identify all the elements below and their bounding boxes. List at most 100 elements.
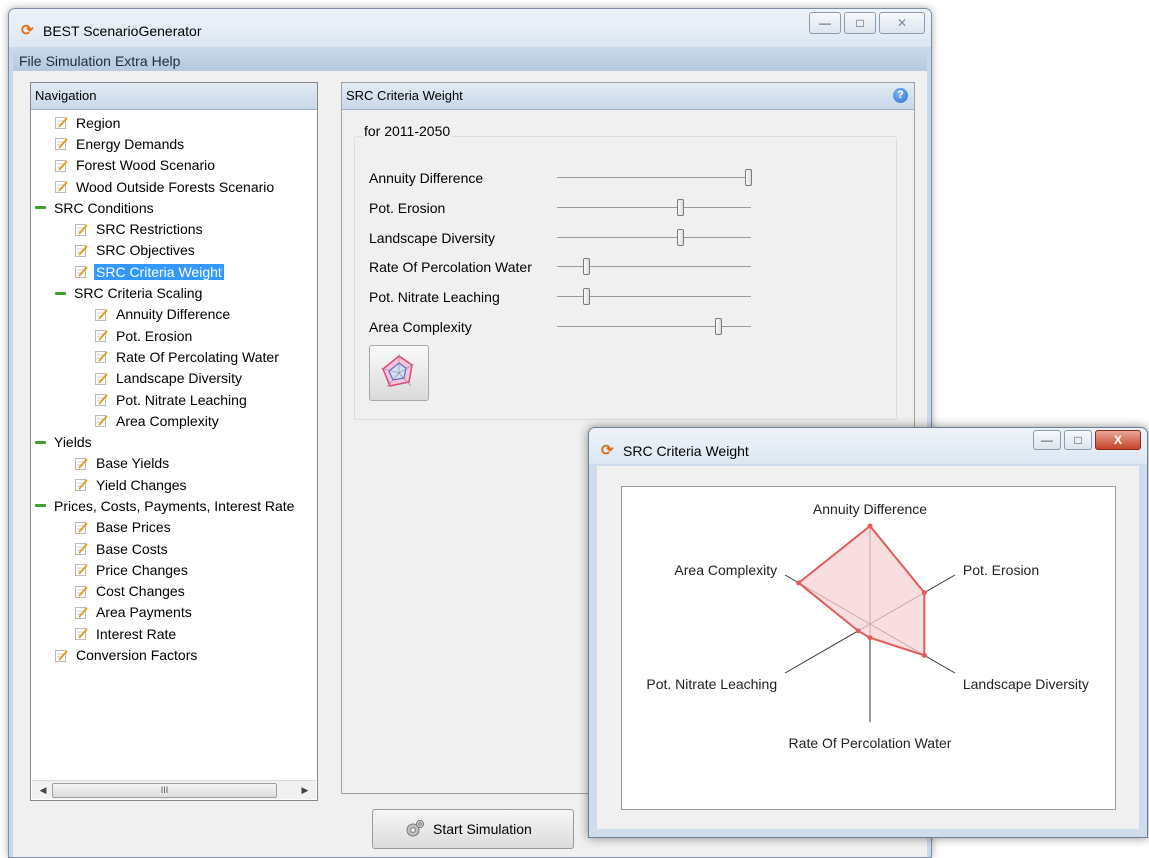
horizontal-scrollbar[interactable]: ◀ III ▶ [32,780,316,799]
document-edit-icon [75,543,88,556]
nav-item[interactable]: Pot. Erosion [31,325,317,346]
nav-item[interactable]: Yield Changes [31,474,317,495]
nav-item[interactable]: SRC Criteria Scaling [31,282,317,303]
document-edit-icon [75,223,88,236]
navigation-tree: Region Energy Demands Forest Wood Scenario… [31,110,317,666]
slider-row: Landscape Diversity [369,226,754,250]
nav-item[interactable]: SRC Conditions [31,197,317,218]
menu-bar: File Simulation Extra Help [13,51,927,71]
menu-help[interactable]: Help [150,51,183,69]
nav-item[interactable]: Interest Rate [31,623,317,644]
slider-thumb[interactable] [677,229,685,246]
nav-item-label: Base Prices [96,519,171,536]
menu-extra[interactable]: Extra [113,51,150,69]
radar-axis-label: Pot. Nitrate Leaching [646,676,777,692]
nav-item-label: Area Complexity [116,412,219,429]
document-edit-icon [75,244,88,257]
radar-axis-label: Rate Of Percolation Water [789,735,952,751]
collapse-icon [35,206,46,210]
radar-point [855,628,861,634]
nav-item[interactable]: Area Payments [31,602,317,623]
nav-item-label: Wood Outside Forests Scenario [76,178,275,195]
slider-thumb[interactable] [583,258,591,275]
popup-close-button[interactable]: X [1095,430,1141,450]
menu-simulation[interactable]: Simulation [44,51,113,69]
nav-item-label: Forest Wood Scenario [76,157,216,174]
nav-item-label: Pot. Erosion [116,327,193,344]
start-simulation-button[interactable]: Start Simulation [372,809,574,849]
document-edit-icon [55,159,68,172]
nav-item[interactable]: Cost Changes [31,581,317,602]
nav-item[interactable]: SRC Objectives [31,240,317,261]
nav-item[interactable]: Annuity Difference [31,304,317,325]
slider-label: Landscape Diversity [369,230,496,246]
nav-item-label: SRC Conditions [54,199,154,216]
nav-item[interactable]: Wood Outside Forests Scenario [31,176,317,197]
scroll-right-icon[interactable]: ▶ [296,781,314,799]
nav-item[interactable]: Pot. Nitrate Leaching [31,389,317,410]
nav-item[interactable]: SRC Restrictions [31,218,317,239]
menu-file[interactable]: File [13,51,44,69]
nav-item[interactable]: Conversion Factors [31,644,317,665]
slider-thumb[interactable] [677,199,685,216]
nav-item[interactable]: Base Yields [31,453,317,474]
nav-item[interactable]: Landscape Diversity [31,368,317,389]
nav-item-label: Rate Of Percolating Water [116,348,279,365]
nav-item-label: SRC Restrictions [96,221,203,238]
nav-item[interactable]: Rate Of Percolating Water [31,346,317,367]
document-edit-icon [75,266,88,279]
nav-item-label: Area Payments [96,604,192,621]
document-edit-icon [75,606,88,619]
nav-item-label: Region [76,114,121,131]
document-edit-icon [75,564,88,577]
navigation-panel: Navigation Region Energy Demands Forest Wo… [30,82,318,801]
content-header: SRC Criteria Weight [342,83,914,110]
nav-item[interactable]: Energy Demands [31,133,317,154]
nav-item[interactable]: Base Prices [31,517,317,538]
slider-thumb[interactable] [745,169,752,186]
radar-chart-button[interactable] [369,345,429,401]
nav-item[interactable]: Area Complexity [31,410,317,431]
nav-item[interactable]: Price Changes [31,559,317,580]
slider-track[interactable] [557,237,751,238]
close-button[interactable]: ✕ [879,12,925,34]
nav-item-label: Yield Changes [96,476,187,493]
popup-client-area: Annuity Difference Pot. Erosion Landscape … [597,466,1139,829]
maximize-button[interactable]: □ [844,12,876,34]
help-icon[interactable]: ? [893,88,908,103]
radar-series-polygon [797,524,926,657]
nav-item[interactable]: Base Costs [31,538,317,559]
app-logo-icon: ⟳ [21,22,34,39]
nav-item[interactable]: Region [31,112,317,133]
slider-row: Rate Of Percolation Water [369,255,754,279]
slider-thumb[interactable] [714,318,722,335]
nav-item[interactable]: Yields [31,431,317,452]
scrollbar-thumb[interactable]: III [52,783,277,798]
radar-chart-icon [380,354,415,388]
document-edit-icon [75,479,88,492]
slider-track[interactable] [557,207,751,208]
popup-maximize-button[interactable]: □ [1064,430,1092,450]
document-edit-icon [55,181,68,194]
start-simulation-label: Start Simulation [433,821,532,837]
nav-item-label: Base Costs [96,540,168,557]
popup-title: SRC Criteria Weight [623,443,749,459]
radar-point [796,580,802,586]
document-edit-icon [75,585,88,598]
radar-axis-label: Area Complexity [674,562,777,578]
slider-track[interactable] [557,177,751,178]
slider-thumb[interactable] [583,288,591,305]
document-edit-icon [75,457,88,470]
nav-item-label: Conversion Factors [76,647,198,664]
radar-chart: Annuity Difference Pot. Erosion Landscape … [621,486,1116,810]
scroll-left-icon[interactable]: ◀ [34,781,52,799]
nav-item[interactable]: SRC Criteria Weight [31,261,317,282]
nav-item[interactable]: Prices, Costs, Payments, Interest Rate [31,495,317,516]
minimize-button[interactable]: — [809,12,841,34]
nav-item-label: SRC Objectives [96,242,195,259]
document-edit-icon [75,628,88,641]
popup-minimize-button[interactable]: — [1033,430,1061,450]
slider-label: Rate Of Percolation Water [369,259,532,275]
nav-item-label: Interest Rate [96,625,177,642]
nav-item[interactable]: Forest Wood Scenario [31,155,317,176]
